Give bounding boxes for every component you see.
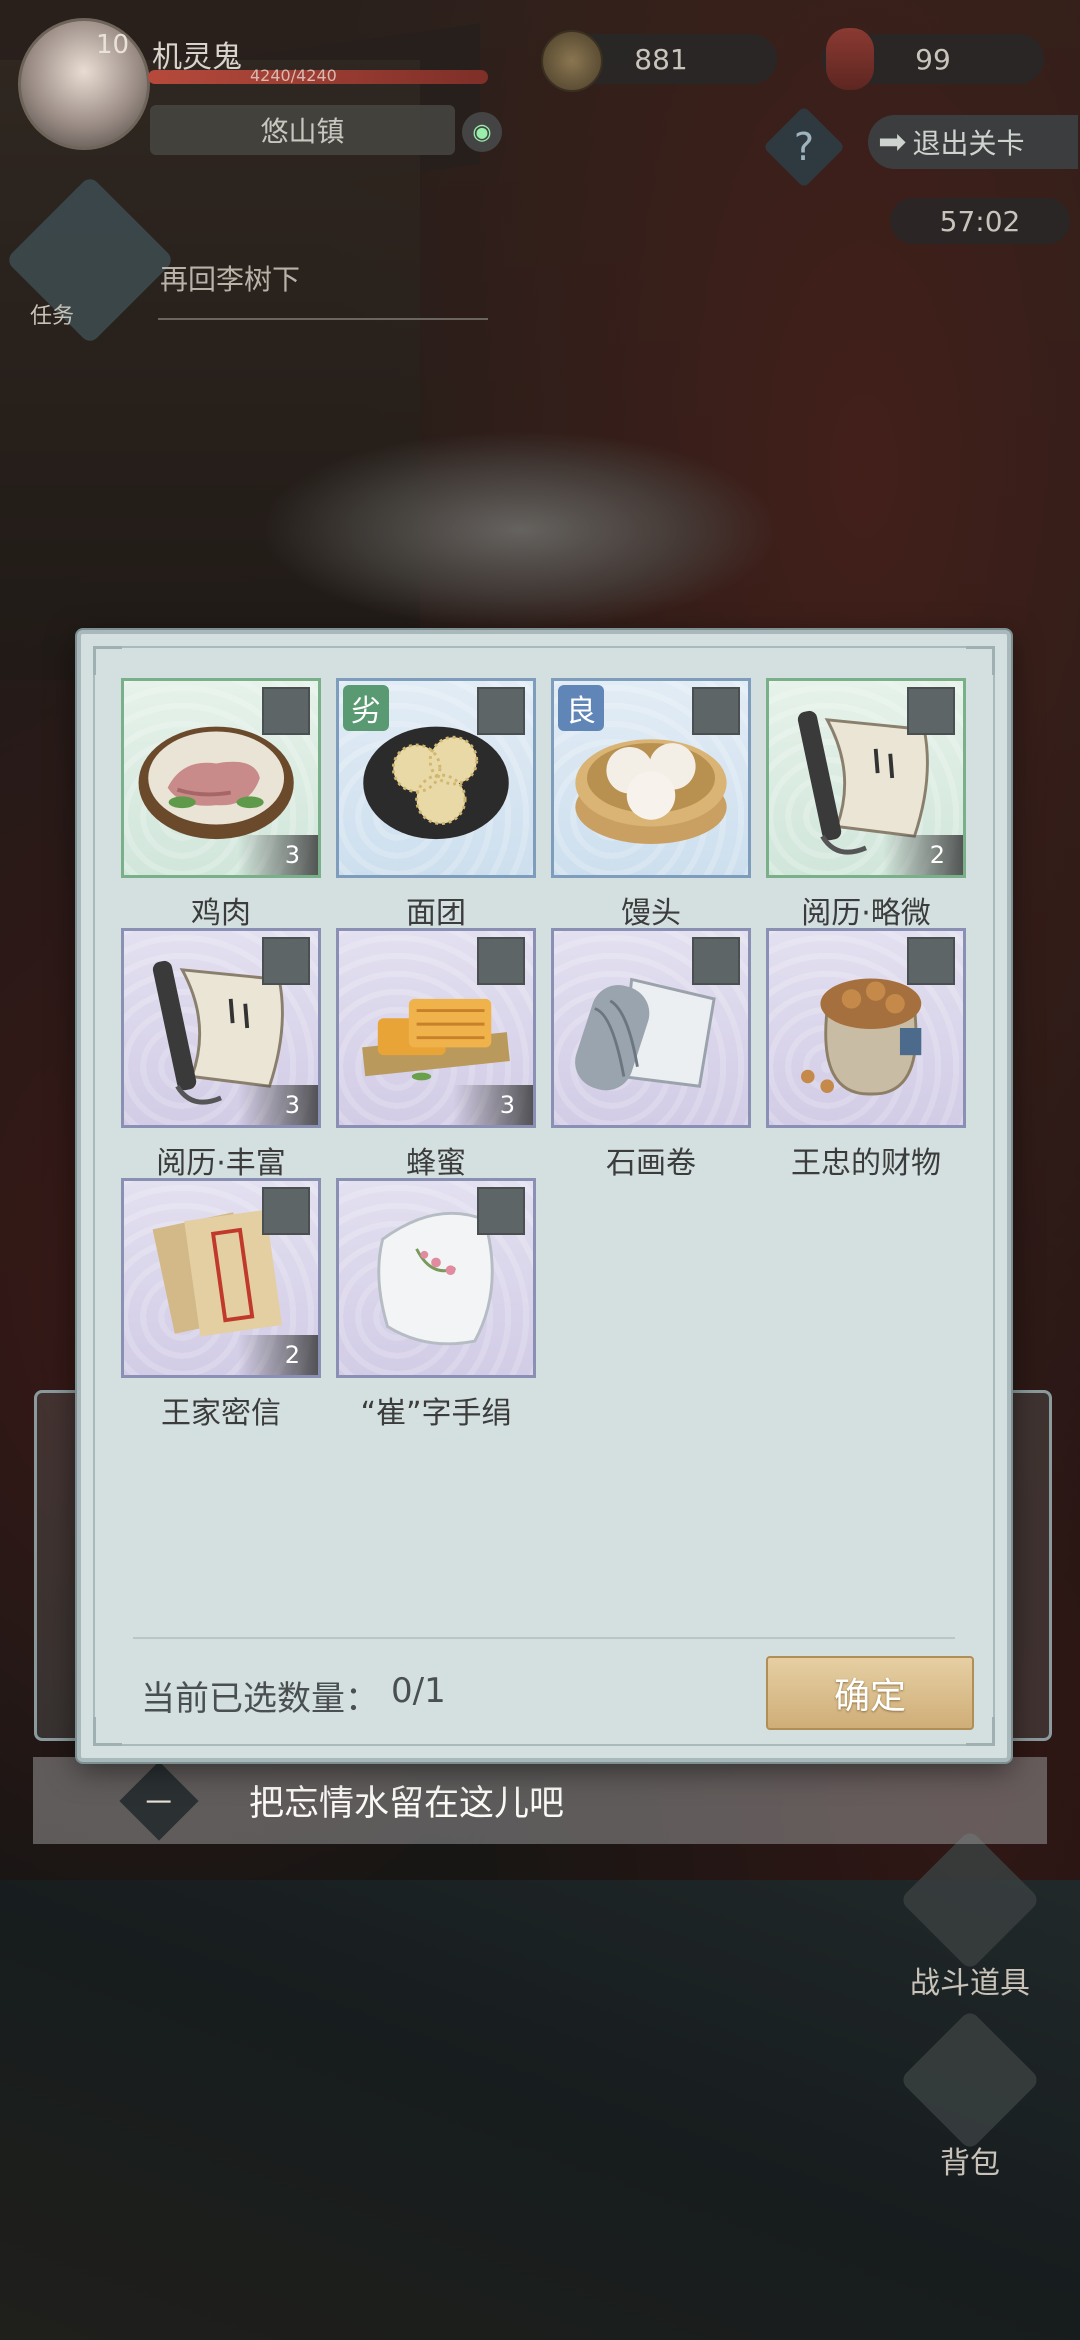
battle-items-label: 战斗道具 xyxy=(910,1966,1030,2001)
gourd-icon xyxy=(826,28,874,90)
player-avatar[interactable] xyxy=(18,18,150,150)
quality-badge: 劣 xyxy=(343,685,389,731)
item-card[interactable] xyxy=(766,928,966,1128)
battle-items-button[interactable]: 战斗道具 xyxy=(899,1829,1041,2002)
exit-level-label: 退出关卡 xyxy=(912,127,1025,160)
item-card[interactable]: 劣 xyxy=(336,678,536,878)
bag-icon xyxy=(899,2009,1041,2151)
item-slot[interactable]: 2 王家密信 xyxy=(121,1178,321,1431)
item-card[interactable]: 2 xyxy=(121,1178,321,1378)
item-name: 王忠的财物 xyxy=(791,1146,941,1181)
item-checkbox[interactable] xyxy=(262,1187,310,1235)
item-card[interactable]: 3 xyxy=(121,928,321,1128)
item-card[interactable]: 良 xyxy=(551,678,751,878)
gourd-value: 99 xyxy=(915,42,951,76)
item-count: 2 xyxy=(883,835,963,875)
exit-level-button[interactable]: ➡ 退出关卡 xyxy=(868,115,1078,169)
item-name: 鸡肉 xyxy=(191,896,251,931)
item-slot[interactable]: 3 鸡肉 xyxy=(121,678,321,931)
item-name: 馒头 xyxy=(621,896,681,931)
confirm-button[interactable]: 确定 xyxy=(766,1656,974,1730)
level-timer: 57:02 xyxy=(890,198,1070,244)
item-checkbox[interactable] xyxy=(692,687,740,735)
quest-divider xyxy=(158,318,488,320)
item-checkbox[interactable] xyxy=(262,937,310,985)
item-card[interactable]: 2 xyxy=(766,678,966,878)
item-checkbox[interactable] xyxy=(262,687,310,735)
item-checkbox[interactable] xyxy=(907,687,955,735)
backpack-button[interactable]: 背包 xyxy=(899,2009,1041,2182)
item-name: “崔”字手绢 xyxy=(360,1396,512,1431)
item-checkbox[interactable] xyxy=(477,1187,525,1235)
item-card[interactable]: 3 xyxy=(336,928,536,1128)
dialogue-text: 把忘情水留在这儿吧 xyxy=(249,1784,565,1824)
item-slot[interactable]: 3 阅历·丰富 xyxy=(121,928,321,1181)
help-icon[interactable]: ? xyxy=(775,118,833,176)
eye-icon[interactable]: ◉ xyxy=(462,112,502,152)
quest-text: 再回李树下 xyxy=(160,263,301,296)
item-card[interactable] xyxy=(336,1178,536,1378)
item-name: 阅历·略微 xyxy=(801,896,931,931)
dialogue-marker: 一 xyxy=(119,1760,199,1841)
item-card[interactable]: 3 xyxy=(121,678,321,878)
hp-text: 4240/4240 xyxy=(250,66,337,85)
quality-badge: 良 xyxy=(558,685,604,731)
arrow-right-icon: ➡ xyxy=(878,122,907,162)
item-checkbox[interactable] xyxy=(692,937,740,985)
item-count: 3 xyxy=(238,835,318,875)
item-slot[interactable]: 石画卷 xyxy=(551,928,751,1181)
selected-count-value: 0/1 xyxy=(391,1671,446,1711)
selected-count-label: 当前已选数量： xyxy=(141,1679,379,1719)
item-name: 阅历·丰富 xyxy=(156,1146,286,1181)
item-slot[interactable]: 良 馒头 xyxy=(551,678,751,931)
item-checkbox[interactable] xyxy=(907,937,955,985)
item-grid: 3 鸡肉 劣 面团 良 馒头 2 阅历·略微 3 阅历·丰富 3 蜂蜜 石画卷 … xyxy=(121,678,966,1431)
corner-ornament xyxy=(93,1717,122,1746)
backpack-label: 背包 xyxy=(940,2146,1000,2181)
item-select-dialog: 3 鸡肉 劣 面团 良 馒头 2 阅历·略微 3 阅历·丰富 3 蜂蜜 石画卷 … xyxy=(77,630,1011,1762)
location-label: 悠山镇 xyxy=(150,105,455,155)
item-name: 面团 xyxy=(406,896,466,931)
player-level: 10 xyxy=(96,30,130,60)
item-slot[interactable]: 2 阅历·略微 xyxy=(766,678,966,931)
item-card[interactable] xyxy=(551,928,751,1128)
item-slot[interactable]: 3 蜂蜜 xyxy=(336,928,536,1181)
item-name: 王家密信 xyxy=(161,1396,281,1431)
item-name: 蜂蜜 xyxy=(406,1146,466,1181)
quest-label: 任务 xyxy=(30,304,75,329)
item-slot[interactable]: 劣 面团 xyxy=(336,678,536,931)
item-name: 石画卷 xyxy=(606,1146,696,1181)
item-count: 3 xyxy=(453,1085,533,1125)
dialogue-marker-text: 一 xyxy=(145,1787,173,1818)
corner-ornament xyxy=(93,646,122,675)
item-checkbox[interactable] xyxy=(477,687,525,735)
item-slot[interactable]: 王忠的财物 xyxy=(766,928,966,1181)
item-checkbox[interactable] xyxy=(477,937,525,985)
chest-icon xyxy=(899,1829,1041,1971)
item-slot[interactable]: “崔”字手绢 xyxy=(336,1178,536,1431)
coin-icon xyxy=(541,30,603,92)
dialogue-option[interactable]: 一 把忘情水留在这儿吧 xyxy=(33,1757,1047,1844)
coin-value: 881 xyxy=(634,42,688,76)
dialog-divider xyxy=(133,1637,955,1639)
corner-ornament xyxy=(966,646,995,675)
item-count: 3 xyxy=(238,1085,318,1125)
item-count: 2 xyxy=(238,1335,318,1375)
